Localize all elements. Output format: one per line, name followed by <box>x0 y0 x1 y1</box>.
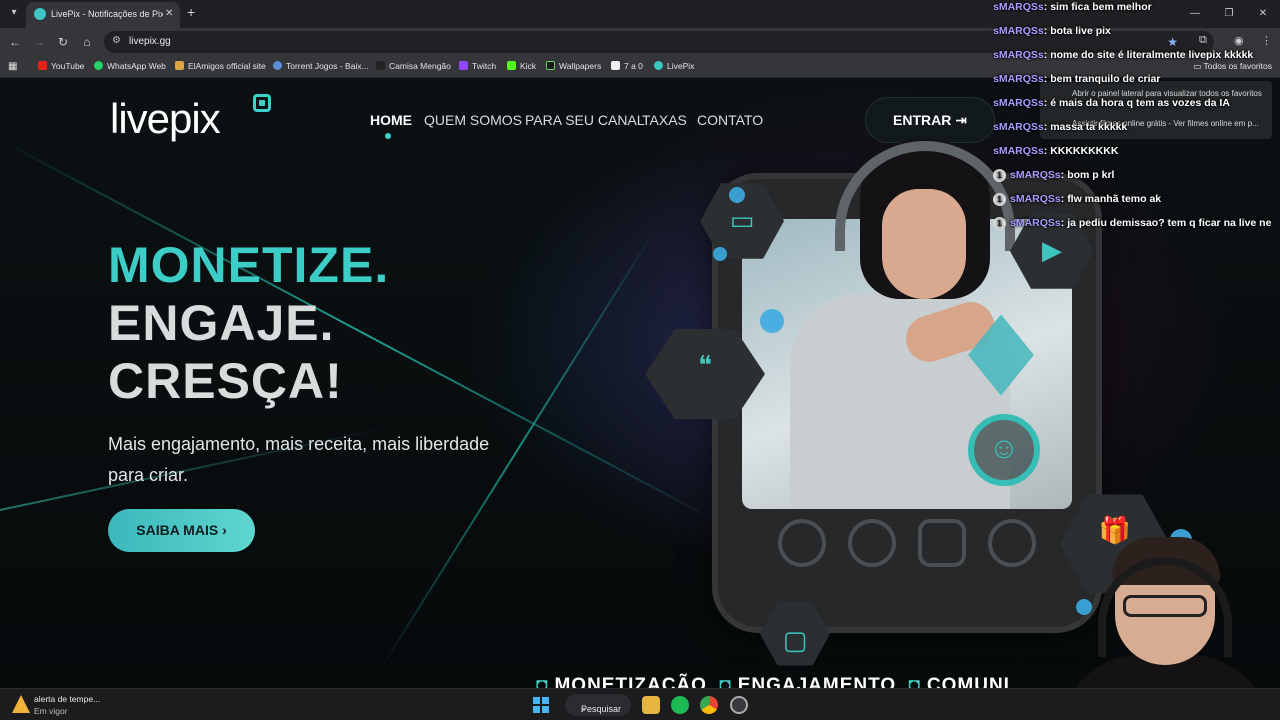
tab-livepix[interactable]: LivePix - Notificações de Pix para lives… <box>26 2 180 28</box>
decor-bubble <box>713 247 727 261</box>
marquee-mark-icon: ◘ <box>908 675 921 688</box>
chat-message: sMARQSs: é mais da hora q tem as vozes d… <box>993 97 1230 109</box>
bookmark-youtube[interactable]: YouTube <box>38 61 84 71</box>
apps-grid-icon[interactable]: ▦ <box>8 61 17 72</box>
spotify-icon[interactable] <box>671 696 689 714</box>
forward-arrow-icon[interactable]: → <box>31 34 47 50</box>
smiley-icon: ☺ <box>968 414 1040 486</box>
chrome-icon[interactable] <box>700 696 718 714</box>
weather-alert-icon[interactable] <box>12 695 30 713</box>
nav-quem-somos[interactable]: QUEM SOMOS <box>424 112 522 128</box>
close-icon[interactable]: ✕ <box>165 8 173 19</box>
new-tab-plus-icon[interactable]: + <box>187 4 195 20</box>
heart-icon <box>778 519 826 567</box>
home-icon[interactable]: ⌂ <box>79 34 95 50</box>
screen: ▾ LivePix - Notificações de Pix para liv… <box>0 0 1280 720</box>
whatsapp-icon <box>94 61 103 70</box>
reload-icon[interactable]: ↻ <box>55 34 71 50</box>
taskbar-search[interactable]: ⌕ Pesquisar <box>565 694 631 716</box>
tab-title: LivePix - Notificações de Pix para lives <box>51 9 163 19</box>
twitch-icon <box>459 61 468 70</box>
bookmark-twitch[interactable]: Twitch <box>459 61 496 71</box>
livepix-logo[interactable]: livepix <box>110 95 221 143</box>
chevron-right-icon: › <box>222 522 227 538</box>
site-info-icon[interactable]: ⚙ <box>112 35 121 46</box>
scoreboard-icon <box>611 61 620 70</box>
bookmark-elamigos[interactable]: ElAmigos official site <box>175 61 266 71</box>
all-bookmarks-folder[interactable]: ▭ Todos os favoritos <box>1193 61 1272 72</box>
livepix-icon <box>654 61 663 70</box>
url-text: livepix.gg <box>129 36 171 47</box>
elamigos-icon <box>175 61 184 70</box>
headline-cresca: CRESÇA! <box>108 353 343 409</box>
bookmark-whatsapp[interactable]: WhatsApp Web <box>94 61 166 71</box>
active-indicator <box>385 133 391 139</box>
nav-contato[interactable]: CONTATO <box>697 112 763 128</box>
chat-message: sMARQSs: bem tranquilo de criar <box>993 73 1161 85</box>
chat-message: 1 sMARQSs: ja pediu demissao? tem q ficar… <box>993 217 1273 230</box>
decor-bubble <box>760 309 784 333</box>
shirt-icon <box>376 61 385 70</box>
windows-taskbar: alerta de tempe... Em vigor ⌕ Pesquisar <box>0 688 1280 720</box>
back-arrow-icon[interactable]: ← <box>7 34 23 50</box>
hero-subheadline: Mais engajamento, mais receita, mais lib… <box>108 434 490 485</box>
nav-taxas[interactable]: TAXAS <box>642 112 687 128</box>
login-arrow-icon: ⇥ <box>955 112 967 128</box>
obs-icon[interactable] <box>730 696 748 714</box>
kick-icon <box>507 61 516 70</box>
decor-bubble <box>729 187 745 203</box>
chat-message: sMARQSs: nome do site é literalmente liv… <box>993 49 1254 61</box>
bookmark-kick[interactable]: Kick <box>507 61 536 71</box>
file-explorer-icon[interactable] <box>642 696 660 714</box>
sub-badge-icon: 1 <box>993 217 1006 230</box>
saiba-mais-button[interactable]: SAIBA MAIS › <box>108 509 255 552</box>
chat-message: 1 sMARQSs: bom p krl <box>993 169 1273 182</box>
livepix-favicon-icon <box>34 8 46 20</box>
sub-badge-icon: 1 <box>993 193 1006 206</box>
features-marquee: ◘ MONETIZAÇÃO ◘ ENGAJAMENTO ◘ COMUNI <box>530 675 1010 688</box>
bookmark-wallpapers[interactable]: Wallpapers <box>546 61 601 71</box>
headline-engaje: ENGAJE. <box>108 295 335 351</box>
marquee-mark-icon: ◘ <box>536 675 549 688</box>
entrar-button[interactable]: ENTRAR ⇥ <box>865 97 995 143</box>
wallpapers-icon <box>546 61 555 70</box>
tab-search-icon[interactable]: ▾ <box>6 5 22 21</box>
magnifier-icon <box>988 519 1036 567</box>
headphones-illustration <box>835 141 1015 251</box>
marquee-mark-icon: ◘ <box>719 675 732 688</box>
logo-mark-icon <box>253 94 271 112</box>
chat-message: sMARQSs: sim fica bem melhor <box>993 1 1152 13</box>
sub-badge-icon: 1 <box>993 169 1006 182</box>
chat-message: sMARQSs: bota live pix <box>993 25 1111 37</box>
chat-message: sMARQSs: KKKKKKKKK <box>993 145 1119 157</box>
bookmark-torrent-jogos[interactable]: Torrent Jogos - Baix... <box>273 61 369 71</box>
weather-status: Em vigor <box>34 706 68 716</box>
torrent-icon <box>273 61 282 70</box>
headline-monetize: MONETIZE. <box>108 237 390 293</box>
youtube-icon <box>38 61 47 70</box>
bookmark-7a0[interactable]: 7 a 0 <box>611 61 643 71</box>
chat-message: sMARQSs: massa ta kkkkk <box>993 121 1128 133</box>
bookmark-camisa-mengao[interactable]: Camisa Mengão <box>376 61 451 71</box>
nav-para-seu-canal[interactable]: PARA SEU CANAL <box>525 112 645 128</box>
bookmark-livepix[interactable]: LivePix <box>654 61 694 71</box>
start-windows-icon[interactable] <box>533 697 549 713</box>
chat-message: 1 sMARQSs: flw manhã temo ak <box>993 193 1273 206</box>
compass-icon <box>848 519 896 567</box>
weather-title[interactable]: alerta de tempe... <box>34 694 100 704</box>
gallery-icon <box>918 519 966 567</box>
nav-home[interactable]: HOME <box>370 112 412 128</box>
